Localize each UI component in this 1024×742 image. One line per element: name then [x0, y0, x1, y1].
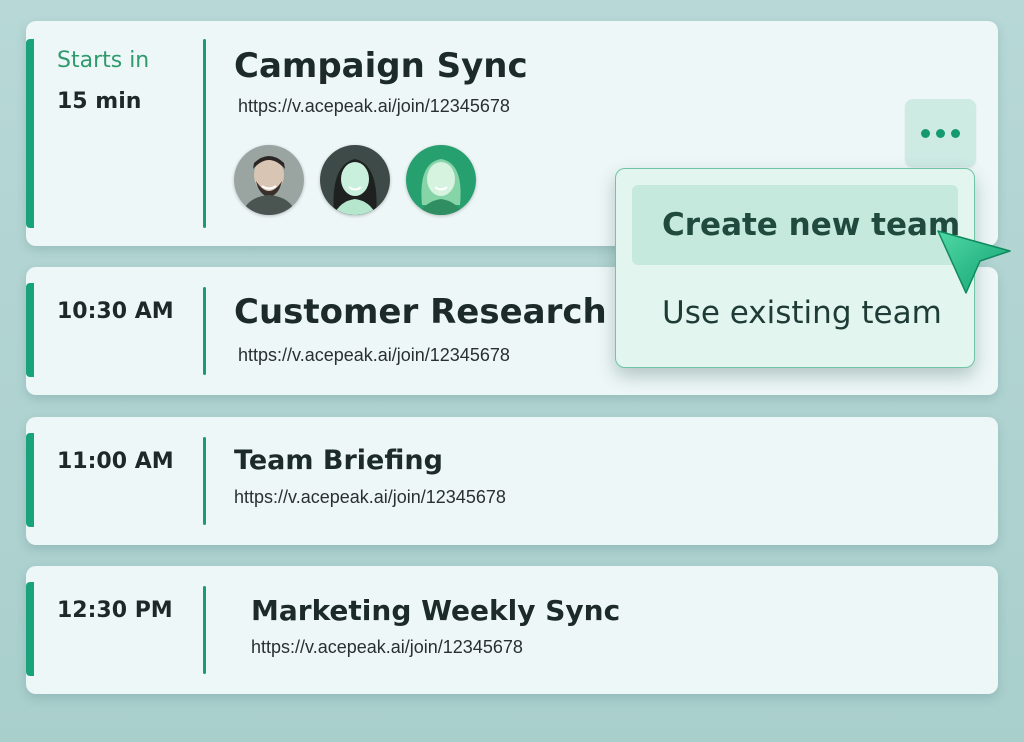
starts-in-label: Starts in [57, 48, 150, 73]
more-horizontal-icon [936, 128, 945, 138]
card-accent-bar [26, 283, 34, 377]
menu-item-use-existing-team[interactable]: Use existing team [632, 273, 958, 353]
more-horizontal-icon [921, 128, 930, 138]
meeting-card-team-briefing[interactable]: 11:00 AM Team Briefing https://v.acepeak… [26, 417, 998, 545]
participant-avatar [234, 145, 304, 215]
more-horizontal-icon [951, 128, 960, 138]
menu-item-create-new-team[interactable]: Create new team [632, 185, 960, 265]
meeting-time: 10:30 AM [57, 299, 174, 324]
meeting-join-link[interactable]: https://v.acepeak.ai/join/12345678 [238, 345, 510, 366]
card-accent-bar [26, 582, 34, 676]
meeting-join-link[interactable]: https://v.acepeak.ai/join/12345678 [238, 96, 510, 117]
meeting-time: 12:30 PM [57, 598, 173, 623]
participant-avatar [320, 145, 390, 215]
meeting-title: Campaign Sync [234, 46, 528, 86]
meeting-time: 11:00 AM [57, 449, 174, 474]
card-divider [203, 39, 206, 228]
team-options-menu: Create new team Use existing team [615, 168, 975, 368]
participant-avatar [406, 145, 476, 215]
card-divider [203, 586, 206, 674]
cursor-pointer-icon [936, 227, 1016, 299]
more-options-button[interactable] [905, 99, 976, 167]
card-divider [203, 287, 206, 375]
meeting-join-link[interactable]: https://v.acepeak.ai/join/12345678 [234, 487, 506, 508]
meeting-title: Team Briefing [234, 445, 443, 476]
meeting-time: 15 min [57, 89, 142, 114]
card-accent-bar [26, 39, 34, 228]
meeting-join-link[interactable]: https://v.acepeak.ai/join/12345678 [251, 637, 523, 658]
meeting-card-marketing-weekly-sync[interactable]: 12:30 PM Marketing Weekly Sync https://v… [26, 566, 998, 694]
card-accent-bar [26, 433, 34, 527]
meeting-title: Customer Research [234, 292, 607, 332]
meeting-title: Marketing Weekly Sync [251, 594, 621, 627]
card-divider [203, 437, 206, 525]
